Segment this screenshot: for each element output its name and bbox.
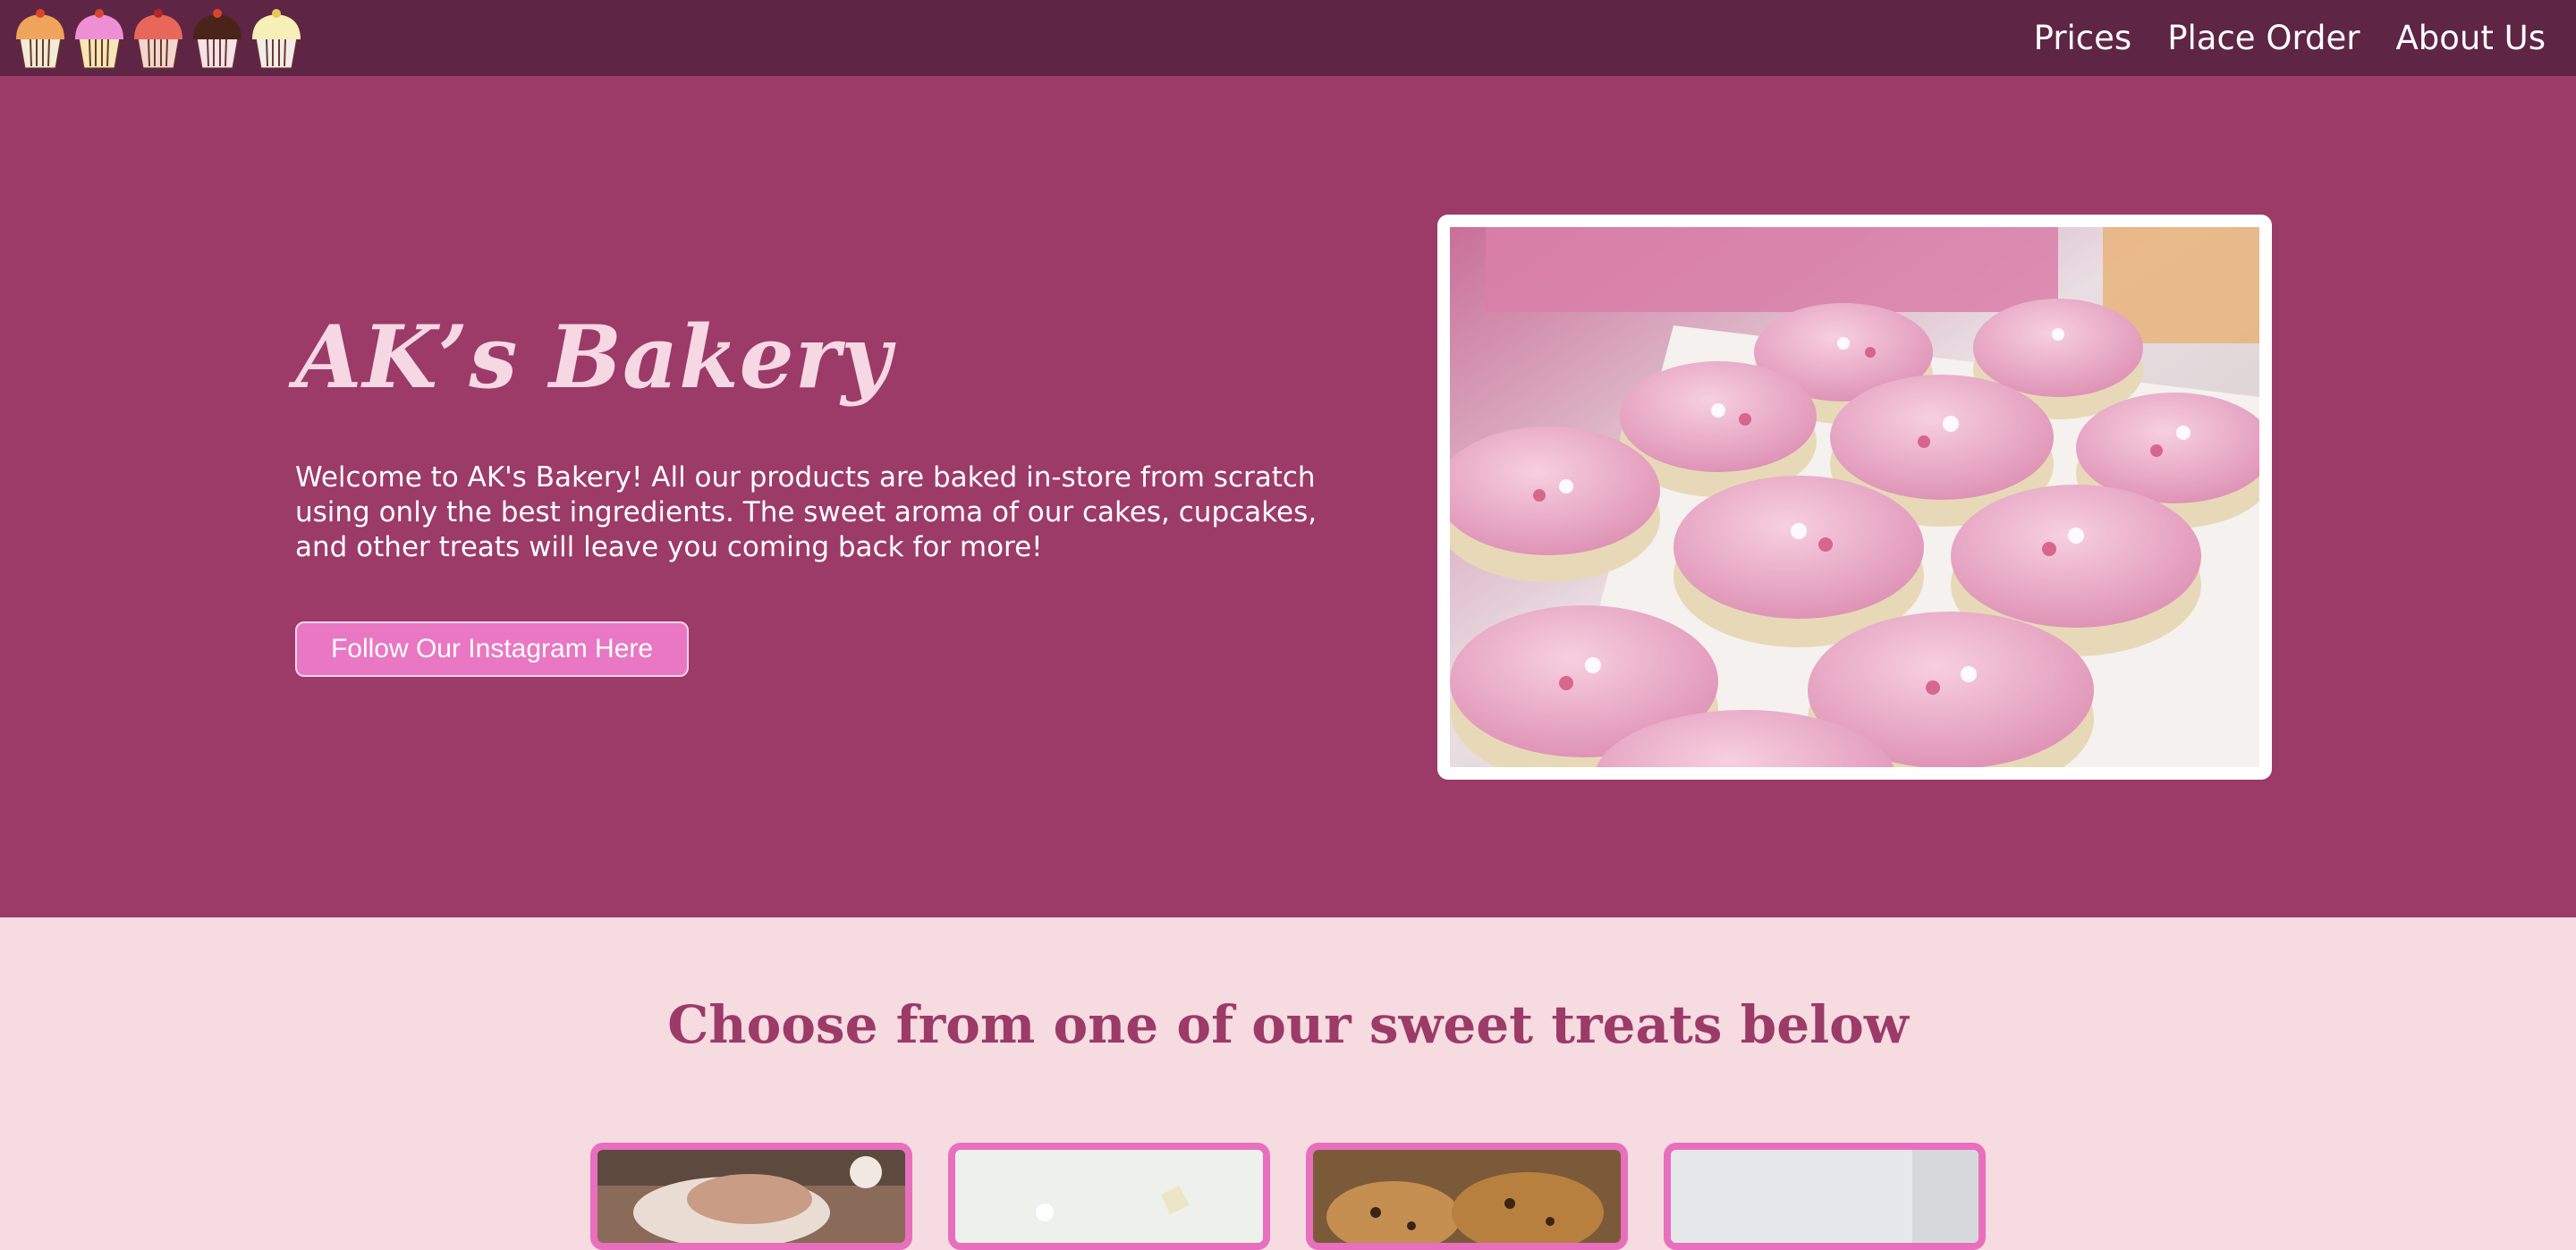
hero-image-frame [1437,215,2272,780]
navbar: Prices Place Order About Us [0,0,2576,76]
nav-link-place-order[interactable]: Place Order [2167,19,2360,57]
hero-section: AK’s Bakery Welcome to AK's Bakery! All … [0,76,2576,917]
treat-card-cake[interactable] [590,1143,912,1250]
cupcake-pink-icon [75,9,123,69]
cupcake-orange-icon [16,9,64,69]
cupcake-vanilla-icon [252,9,301,69]
cupcake-red-icon [134,9,182,69]
cupcakes-photo [1450,227,2259,767]
treat-photo [1671,1150,1979,1243]
nav-link-prices[interactable]: Prices [2034,19,2132,57]
page-title: AK’s Bakery [295,307,893,408]
cake-photo [597,1150,905,1243]
instagram-button[interactable]: Follow Our Instagram Here [295,621,689,677]
treat-card-cookies[interactable] [1306,1143,1628,1250]
treat-card-white-cake[interactable] [948,1143,1270,1250]
treat-cards [590,1143,1986,1250]
treats-heading: Choose from one of our sweet treats belo… [667,994,1909,1055]
logo[interactable] [13,5,304,70]
cupcake-chocolate-icon [193,9,242,69]
hero-description: Welcome to AK's Bakery! All our products… [295,461,1318,563]
nav-links: Prices Place Order About Us [2034,0,2546,76]
treat-card-other[interactable] [1664,1143,1986,1250]
nav-link-about-us[interactable]: About Us [2395,19,2546,57]
white-cake-photo [955,1150,1263,1243]
cookies-photo [1313,1150,1621,1243]
